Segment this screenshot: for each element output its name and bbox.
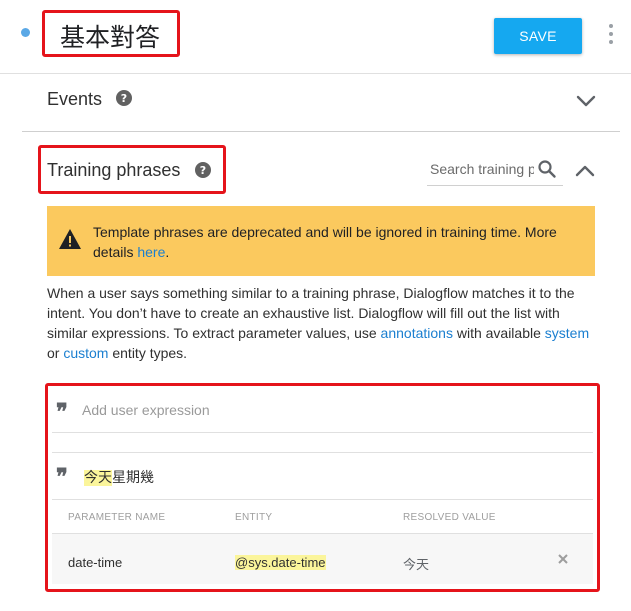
events-section-title[interactable]: Events <box>47 89 102 110</box>
intent-title[interactable]: 基本對答 <box>60 18 160 54</box>
close-icon[interactable] <box>557 553 569 565</box>
search-input[interactable] <box>430 161 534 177</box>
annotations-link[interactable]: annotations <box>381 325 453 341</box>
chevron-down-icon[interactable] <box>576 94 596 108</box>
status-indicator <box>21 28 30 37</box>
add-user-expression-input[interactable] <box>82 402 562 418</box>
warning-icon <box>59 229 81 249</box>
more-vert-icon[interactable] <box>606 24 616 44</box>
training-description: When a user says something similar to a … <box>47 283 597 363</box>
param-table-top <box>52 499 593 500</box>
warning-here-link[interactable]: here <box>137 244 165 260</box>
warning-suffix: . <box>165 244 170 260</box>
quote-icon: ❞ <box>56 464 68 490</box>
param-header-name: PARAMETER NAME <box>68 512 166 523</box>
search-training-phrases <box>427 156 563 186</box>
custom-link[interactable]: custom <box>63 345 108 361</box>
header-divider <box>0 73 631 74</box>
annotated-text[interactable]: 今天 <box>84 470 112 486</box>
expression-divider <box>52 452 593 453</box>
param-name[interactable]: date-time <box>68 555 122 570</box>
param-entity-value: @sys.date-time <box>235 555 326 570</box>
param-resolved-value: 今天 <box>403 558 430 573</box>
save-button[interactable]: SAVE <box>494 18 582 54</box>
phrase-rest: 星期幾 <box>112 470 154 486</box>
description-text: with available <box>452 325 545 341</box>
description-text: or <box>47 345 64 361</box>
training-help-icon[interactable]: ? <box>195 162 211 178</box>
expression-divider <box>52 432 593 433</box>
system-link[interactable]: system <box>545 325 589 341</box>
description-text: entity types. <box>108 345 188 361</box>
param-entity[interactable]: @sys.date-time <box>235 555 326 570</box>
warning-text: Template phrases are deprecated and will… <box>93 222 583 262</box>
param-header-resolved: RESOLVED VALUE <box>403 512 496 523</box>
events-help-icon[interactable]: ? <box>116 90 132 106</box>
training-phrases-title[interactable]: Training phrases <box>47 160 180 181</box>
param-header-entity: ENTITY <box>235 512 273 523</box>
training-phrase[interactable]: 今天星期幾 <box>84 467 154 487</box>
deprecation-warning: Template phrases are deprecated and will… <box>47 206 595 276</box>
events-divider <box>22 131 620 132</box>
quote-icon: ❞ <box>56 399 68 425</box>
search-icon[interactable] <box>537 159 557 179</box>
chevron-up-icon[interactable] <box>575 164 595 178</box>
